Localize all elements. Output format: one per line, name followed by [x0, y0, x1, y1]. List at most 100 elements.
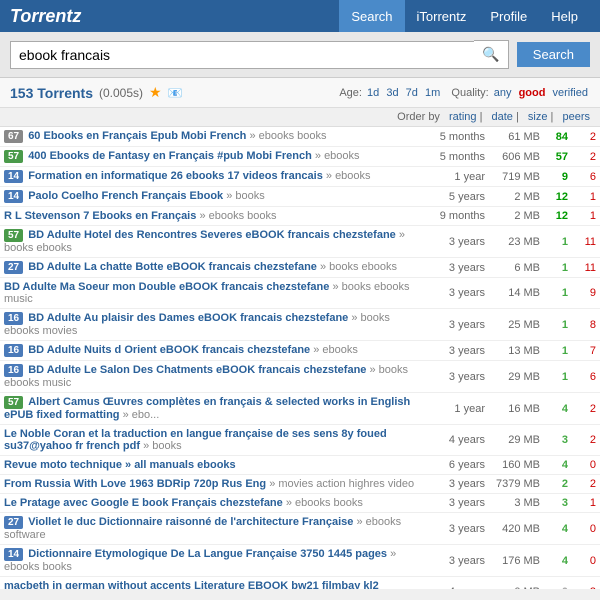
result-size: 3 MB	[489, 494, 544, 513]
result-link[interactable]: Viollet le duc Dictionnaire raisonné de …	[28, 516, 353, 528]
result-size: 0 MB	[489, 577, 544, 590]
nav-profile[interactable]: Profile	[478, 0, 539, 32]
quality-good[interactable]: good	[519, 87, 546, 99]
result-title-cell: 16 BD Adulte Le Salon Des Chatments eBOO…	[0, 361, 429, 393]
result-link[interactable]: Albert Camus Œuvres complètes en françai…	[4, 396, 410, 421]
result-title-cell: BD Adulte Ma Soeur mon Double eBOOK fran…	[0, 278, 429, 309]
result-age: 4 years	[429, 425, 489, 456]
age-quality: Age: 1d 3d 7d 1m Quality: any good verif…	[339, 87, 590, 99]
result-link[interactable]: BD Adulte Au plaisir des Dames eBOOK fra…	[28, 312, 348, 324]
result-badge: 27	[4, 261, 23, 274]
result-leeches: 7	[572, 341, 600, 361]
age-7d[interactable]: 7d	[406, 87, 418, 99]
result-badge: 14	[4, 548, 23, 561]
result-link[interactable]: R L Stevenson 7 Ebooks en Français	[4, 210, 196, 222]
result-seeds: 4	[544, 456, 572, 475]
search-submit-button[interactable]: Search	[517, 42, 590, 67]
result-leeches: 2	[572, 393, 600, 425]
sort-size[interactable]: size	[528, 111, 548, 123]
result-link[interactable]: BD Adulte Hotel des Rencontres Severes e…	[28, 229, 396, 241]
result-link[interactable]: Formation en informatique 26 ebooks 17 v…	[28, 170, 323, 182]
result-title-cell: 57 400 Ebooks de Fantasy en Français #pu…	[0, 147, 429, 167]
result-leeches: 2	[572, 425, 600, 456]
sort-rating[interactable]: rating	[449, 111, 477, 123]
result-link[interactable]: BD Adulte Nuits d Orient eBOOK francais …	[28, 344, 310, 356]
sort-peers[interactable]: peers	[562, 111, 590, 123]
result-badge: 16	[4, 312, 23, 325]
result-leeches: 8	[572, 309, 600, 341]
quality-verified[interactable]: verified	[553, 87, 588, 99]
result-seeds: 12	[544, 187, 572, 207]
result-title-cell: R L Stevenson 7 Ebooks en Français » ebo…	[0, 207, 429, 226]
age-1m[interactable]: 1m	[425, 87, 440, 99]
table-row: 57 Albert Camus Œuvres complètes en fran…	[0, 393, 600, 425]
result-leeches: 0	[572, 456, 600, 475]
age-1d[interactable]: 1d	[367, 87, 379, 99]
result-leeches: 3	[572, 577, 600, 590]
result-meta: » ebooks	[315, 150, 360, 162]
result-leeches: 6	[572, 361, 600, 393]
result-age: 5 months	[429, 127, 489, 147]
result-age: 3 years	[429, 341, 489, 361]
table-row: macbeth in german without accents Litera…	[0, 577, 600, 590]
result-link[interactable]: Paolo Coelho French Français Ebook	[28, 190, 223, 202]
result-badge: 57	[4, 396, 23, 409]
table-row: 57 BD Adulte Hotel des Rencontres Severe…	[0, 226, 600, 258]
result-seeds: 1	[544, 258, 572, 278]
result-link[interactable]: From Russia With Love 1963 BDRip 720p Ru…	[4, 478, 266, 490]
result-meta: » books	[226, 190, 265, 202]
search-icon-button[interactable]: 🔍	[474, 40, 508, 69]
result-age: 6 years	[429, 456, 489, 475]
result-link[interactable]: 60 Ebooks en Français Epub Mobi French	[28, 130, 246, 142]
sort-date[interactable]: date	[492, 111, 513, 123]
result-meta: » ebooks books	[286, 497, 363, 509]
result-age: 3 years	[429, 513, 489, 545]
search-input[interactable]	[10, 41, 474, 69]
result-link[interactable]: 400 Ebooks de Fantasy en Français #pub M…	[28, 150, 312, 162]
result-title-cell: Le Pratage avec Google E book Français c…	[0, 494, 429, 513]
result-leeches: 0	[572, 513, 600, 545]
result-seeds: 9	[544, 167, 572, 187]
quality-any[interactable]: any	[494, 87, 512, 99]
result-link[interactable]: macbeth in german without accents Litera…	[4, 580, 379, 589]
result-leeches: 2	[572, 475, 600, 494]
result-size: 719 MB	[489, 167, 544, 187]
result-link[interactable]: Dictionnaire Etymologique De La Langue F…	[28, 548, 387, 560]
result-age: 5 months	[429, 147, 489, 167]
age-3d[interactable]: 3d	[386, 87, 398, 99]
rss-icon[interactable]: 📧	[168, 86, 183, 100]
result-size: 25 MB	[489, 309, 544, 341]
results-container: 67 60 Ebooks en Français Epub Mobi Frenc…	[0, 127, 600, 589]
result-size: 29 MB	[489, 361, 544, 393]
nav-itorrentz[interactable]: iTorrentz	[405, 0, 479, 32]
result-link[interactable]: BD Adulte La chatte Botte eBOOK francais…	[28, 261, 317, 273]
results-count: 153 Torrents	[10, 85, 93, 101]
result-leeches: 1	[572, 187, 600, 207]
result-title-cell: Revue moto technique » all manuals ebook…	[0, 456, 429, 475]
table-row: R L Stevenson 7 Ebooks en Français » ebo…	[0, 207, 600, 226]
nav-search[interactable]: Search	[339, 0, 404, 32]
result-meta: » ebo...	[123, 409, 160, 421]
table-row: 67 60 Ebooks en Français Epub Mobi Frenc…	[0, 127, 600, 147]
result-leeches: 6	[572, 167, 600, 187]
result-link[interactable]: Le Noble Coran et la traduction en langu…	[4, 428, 387, 452]
result-age: 3 years	[429, 278, 489, 309]
result-leeches: 1	[572, 494, 600, 513]
result-age: 3 years	[429, 309, 489, 341]
result-size: 7379 MB	[489, 475, 544, 494]
result-link[interactable]: BD Adulte Ma Soeur mon Double eBOOK fran…	[4, 281, 329, 293]
result-link[interactable]: BD Adulte Le Salon Des Chatments eBOOK f…	[28, 364, 366, 376]
result-seeds: 4	[544, 545, 572, 577]
result-meta: » books ebooks	[320, 261, 397, 273]
result-size: 176 MB	[489, 545, 544, 577]
result-link[interactable]: Le Pratage avec Google E book Français c…	[4, 497, 283, 509]
result-size: 6 MB	[489, 258, 544, 278]
result-badge: 27	[4, 516, 23, 529]
nav-help[interactable]: Help	[539, 0, 590, 32]
result-size: 2 MB	[489, 207, 544, 226]
result-link[interactable]: Revue moto technique » all manuals ebook…	[4, 459, 236, 471]
result-age: 3 years	[429, 226, 489, 258]
quality-label: Quality:	[451, 87, 488, 99]
star-icon[interactable]: ★	[149, 84, 162, 101]
result-size: 606 MB	[489, 147, 544, 167]
